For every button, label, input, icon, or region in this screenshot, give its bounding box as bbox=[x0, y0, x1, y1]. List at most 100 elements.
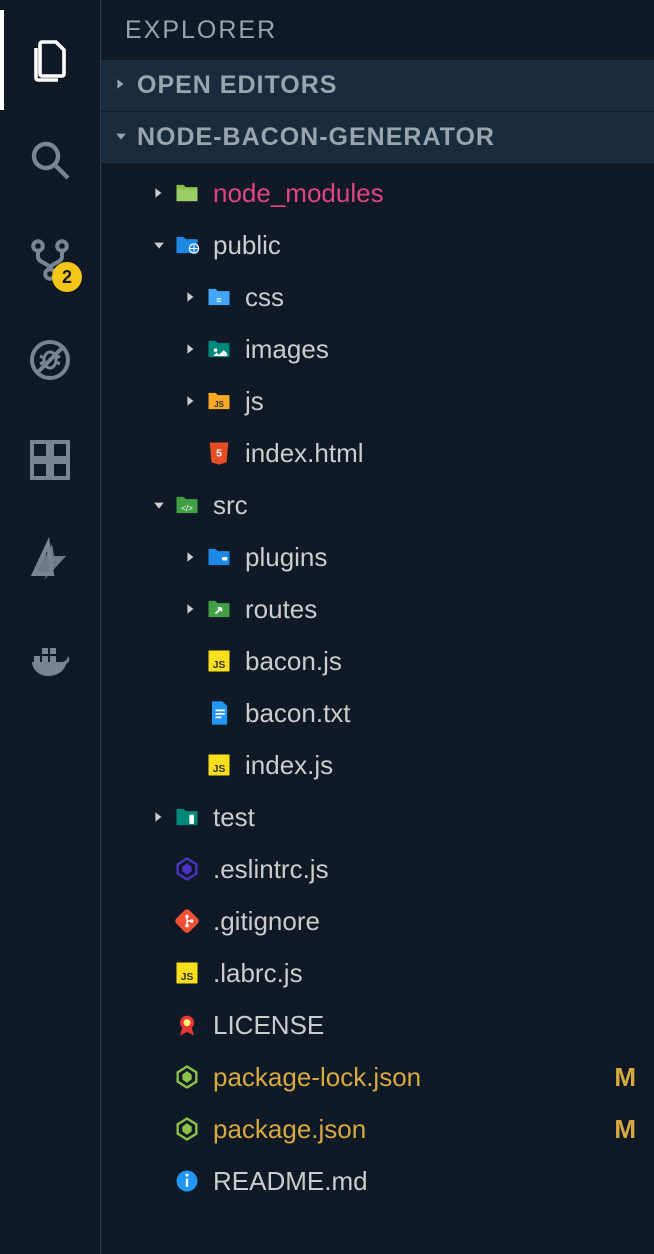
tree-label: src bbox=[205, 490, 248, 521]
tree-file-readme[interactable]: README.md bbox=[101, 1155, 654, 1207]
tree-label: plugins bbox=[237, 542, 327, 573]
activity-search[interactable] bbox=[0, 110, 100, 210]
folder-test-icon bbox=[169, 803, 205, 831]
chevron-right-icon bbox=[181, 551, 201, 563]
explorer-sidebar: EXPLORER OPEN EDITORS NODE-BACON-GENERAT… bbox=[100, 0, 654, 1254]
docker-icon bbox=[26, 636, 74, 684]
folder-node-icon bbox=[169, 179, 205, 207]
extensions-icon bbox=[26, 436, 74, 484]
tree-label: bacon.txt bbox=[237, 698, 351, 729]
tree-folder-test[interactable]: test bbox=[101, 791, 654, 843]
folder-routes-icon bbox=[201, 595, 237, 623]
tree-file-license[interactable]: LICENSE bbox=[101, 999, 654, 1051]
tree-label: .labrc.js bbox=[205, 958, 303, 989]
chevron-down-icon bbox=[149, 499, 169, 511]
git-status-modified: M bbox=[614, 1114, 636, 1145]
tree-file-bacon-txt[interactable]: bacon.txt bbox=[101, 687, 654, 739]
js-file-icon: JS bbox=[201, 647, 237, 675]
folder-js-icon: JS bbox=[201, 387, 237, 415]
svg-text:JS: JS bbox=[213, 659, 226, 671]
git-file-icon bbox=[169, 907, 205, 935]
tree-file-bacon-js[interactable]: JS bacon.js bbox=[101, 635, 654, 687]
tree-folder-public[interactable]: public bbox=[101, 219, 654, 271]
no-bug-icon bbox=[26, 336, 74, 384]
scm-badge: 2 bbox=[52, 262, 82, 292]
files-icon bbox=[26, 36, 74, 84]
tree-label: images bbox=[237, 334, 329, 365]
tree-label: .gitignore bbox=[205, 906, 320, 937]
html-file-icon: 5 bbox=[201, 439, 237, 467]
search-icon bbox=[26, 136, 74, 184]
chevron-down-icon bbox=[115, 129, 137, 147]
tree-folder-routes[interactable]: routes bbox=[101, 583, 654, 635]
tree-label: README.md bbox=[205, 1166, 368, 1197]
tree-label: .eslintrc.js bbox=[205, 854, 329, 885]
chevron-right-icon bbox=[181, 603, 201, 615]
svg-text:5: 5 bbox=[216, 448, 222, 460]
readme-file-icon bbox=[169, 1167, 205, 1195]
tree-label: index.html bbox=[237, 438, 364, 469]
svg-text:≡: ≡ bbox=[216, 295, 221, 305]
git-status-modified: M bbox=[614, 1062, 636, 1093]
eslint-file-icon bbox=[169, 855, 205, 883]
tree-folder-images[interactable]: images bbox=[101, 323, 654, 375]
activity-explorer[interactable] bbox=[0, 10, 100, 110]
tree-file-index-html[interactable]: 5 index.html bbox=[101, 427, 654, 479]
chevron-right-icon bbox=[181, 343, 201, 355]
tree-file-package-lock[interactable]: package-lock.json M bbox=[101, 1051, 654, 1103]
tree-label: js bbox=[237, 386, 264, 417]
tree-file-package-json[interactable]: package.json M bbox=[101, 1103, 654, 1155]
tree-folder-node-modules[interactable]: node_modules bbox=[101, 167, 654, 219]
activity-azure[interactable] bbox=[0, 510, 100, 610]
tree-file-eslintrc[interactable]: .eslintrc.js bbox=[101, 843, 654, 895]
folder-images-icon bbox=[201, 335, 237, 363]
svg-text:JS: JS bbox=[213, 763, 226, 775]
chevron-right-icon bbox=[181, 291, 201, 303]
tree-folder-plugins[interactable]: plugins bbox=[101, 531, 654, 583]
tree-label: package-lock.json bbox=[205, 1062, 421, 1093]
section-project[interactable]: NODE-BACON-GENERATOR bbox=[101, 111, 654, 163]
npm-file-icon bbox=[169, 1115, 205, 1143]
tree-file-index-js[interactable]: JS index.js bbox=[101, 739, 654, 791]
file-tree: node_modules public ≡ css images bbox=[101, 163, 654, 1207]
activity-extensions[interactable] bbox=[0, 410, 100, 510]
section-label: NODE-BACON-GENERATOR bbox=[137, 123, 495, 152]
azure-icon bbox=[26, 536, 74, 584]
tree-folder-src[interactable]: </> src bbox=[101, 479, 654, 531]
text-file-icon bbox=[201, 699, 237, 727]
svg-text:JS: JS bbox=[181, 971, 194, 983]
tree-folder-css[interactable]: ≡ css bbox=[101, 271, 654, 323]
sidebar-title: EXPLORER bbox=[101, 0, 654, 59]
js-file-icon: JS bbox=[169, 959, 205, 987]
tree-file-labrc[interactable]: JS .labrc.js bbox=[101, 947, 654, 999]
tree-folder-js[interactable]: JS js bbox=[101, 375, 654, 427]
tree-label: bacon.js bbox=[237, 646, 342, 677]
activity-debug[interactable] bbox=[0, 310, 100, 410]
tree-label: package.json bbox=[205, 1114, 366, 1145]
chevron-right-icon bbox=[181, 395, 201, 407]
tree-file-gitignore[interactable]: .gitignore bbox=[101, 895, 654, 947]
tree-label: node_modules bbox=[205, 178, 384, 209]
js-file-icon: JS bbox=[201, 751, 237, 779]
folder-src-icon: </> bbox=[169, 491, 205, 519]
section-label: OPEN EDITORS bbox=[137, 71, 337, 100]
license-file-icon bbox=[169, 1011, 205, 1039]
section-open-editors[interactable]: OPEN EDITORS bbox=[101, 59, 654, 111]
activity-docker[interactable] bbox=[0, 610, 100, 710]
chevron-right-icon bbox=[149, 811, 169, 823]
chevron-right-icon bbox=[149, 187, 169, 199]
chevron-right-icon bbox=[115, 77, 137, 95]
tree-label: routes bbox=[237, 594, 317, 625]
tree-label: index.js bbox=[237, 750, 333, 781]
svg-text:</>: </> bbox=[181, 504, 193, 513]
tree-label: test bbox=[205, 802, 255, 833]
folder-public-icon bbox=[169, 231, 205, 259]
tree-label: css bbox=[237, 282, 284, 313]
activity-scm[interactable]: 2 bbox=[0, 210, 100, 310]
tree-label: LICENSE bbox=[205, 1010, 324, 1041]
activity-bar: 2 bbox=[0, 0, 100, 1254]
tree-label: public bbox=[205, 230, 281, 261]
folder-plugins-icon bbox=[201, 543, 237, 571]
chevron-down-icon bbox=[149, 239, 169, 251]
svg-text:JS: JS bbox=[214, 400, 225, 409]
